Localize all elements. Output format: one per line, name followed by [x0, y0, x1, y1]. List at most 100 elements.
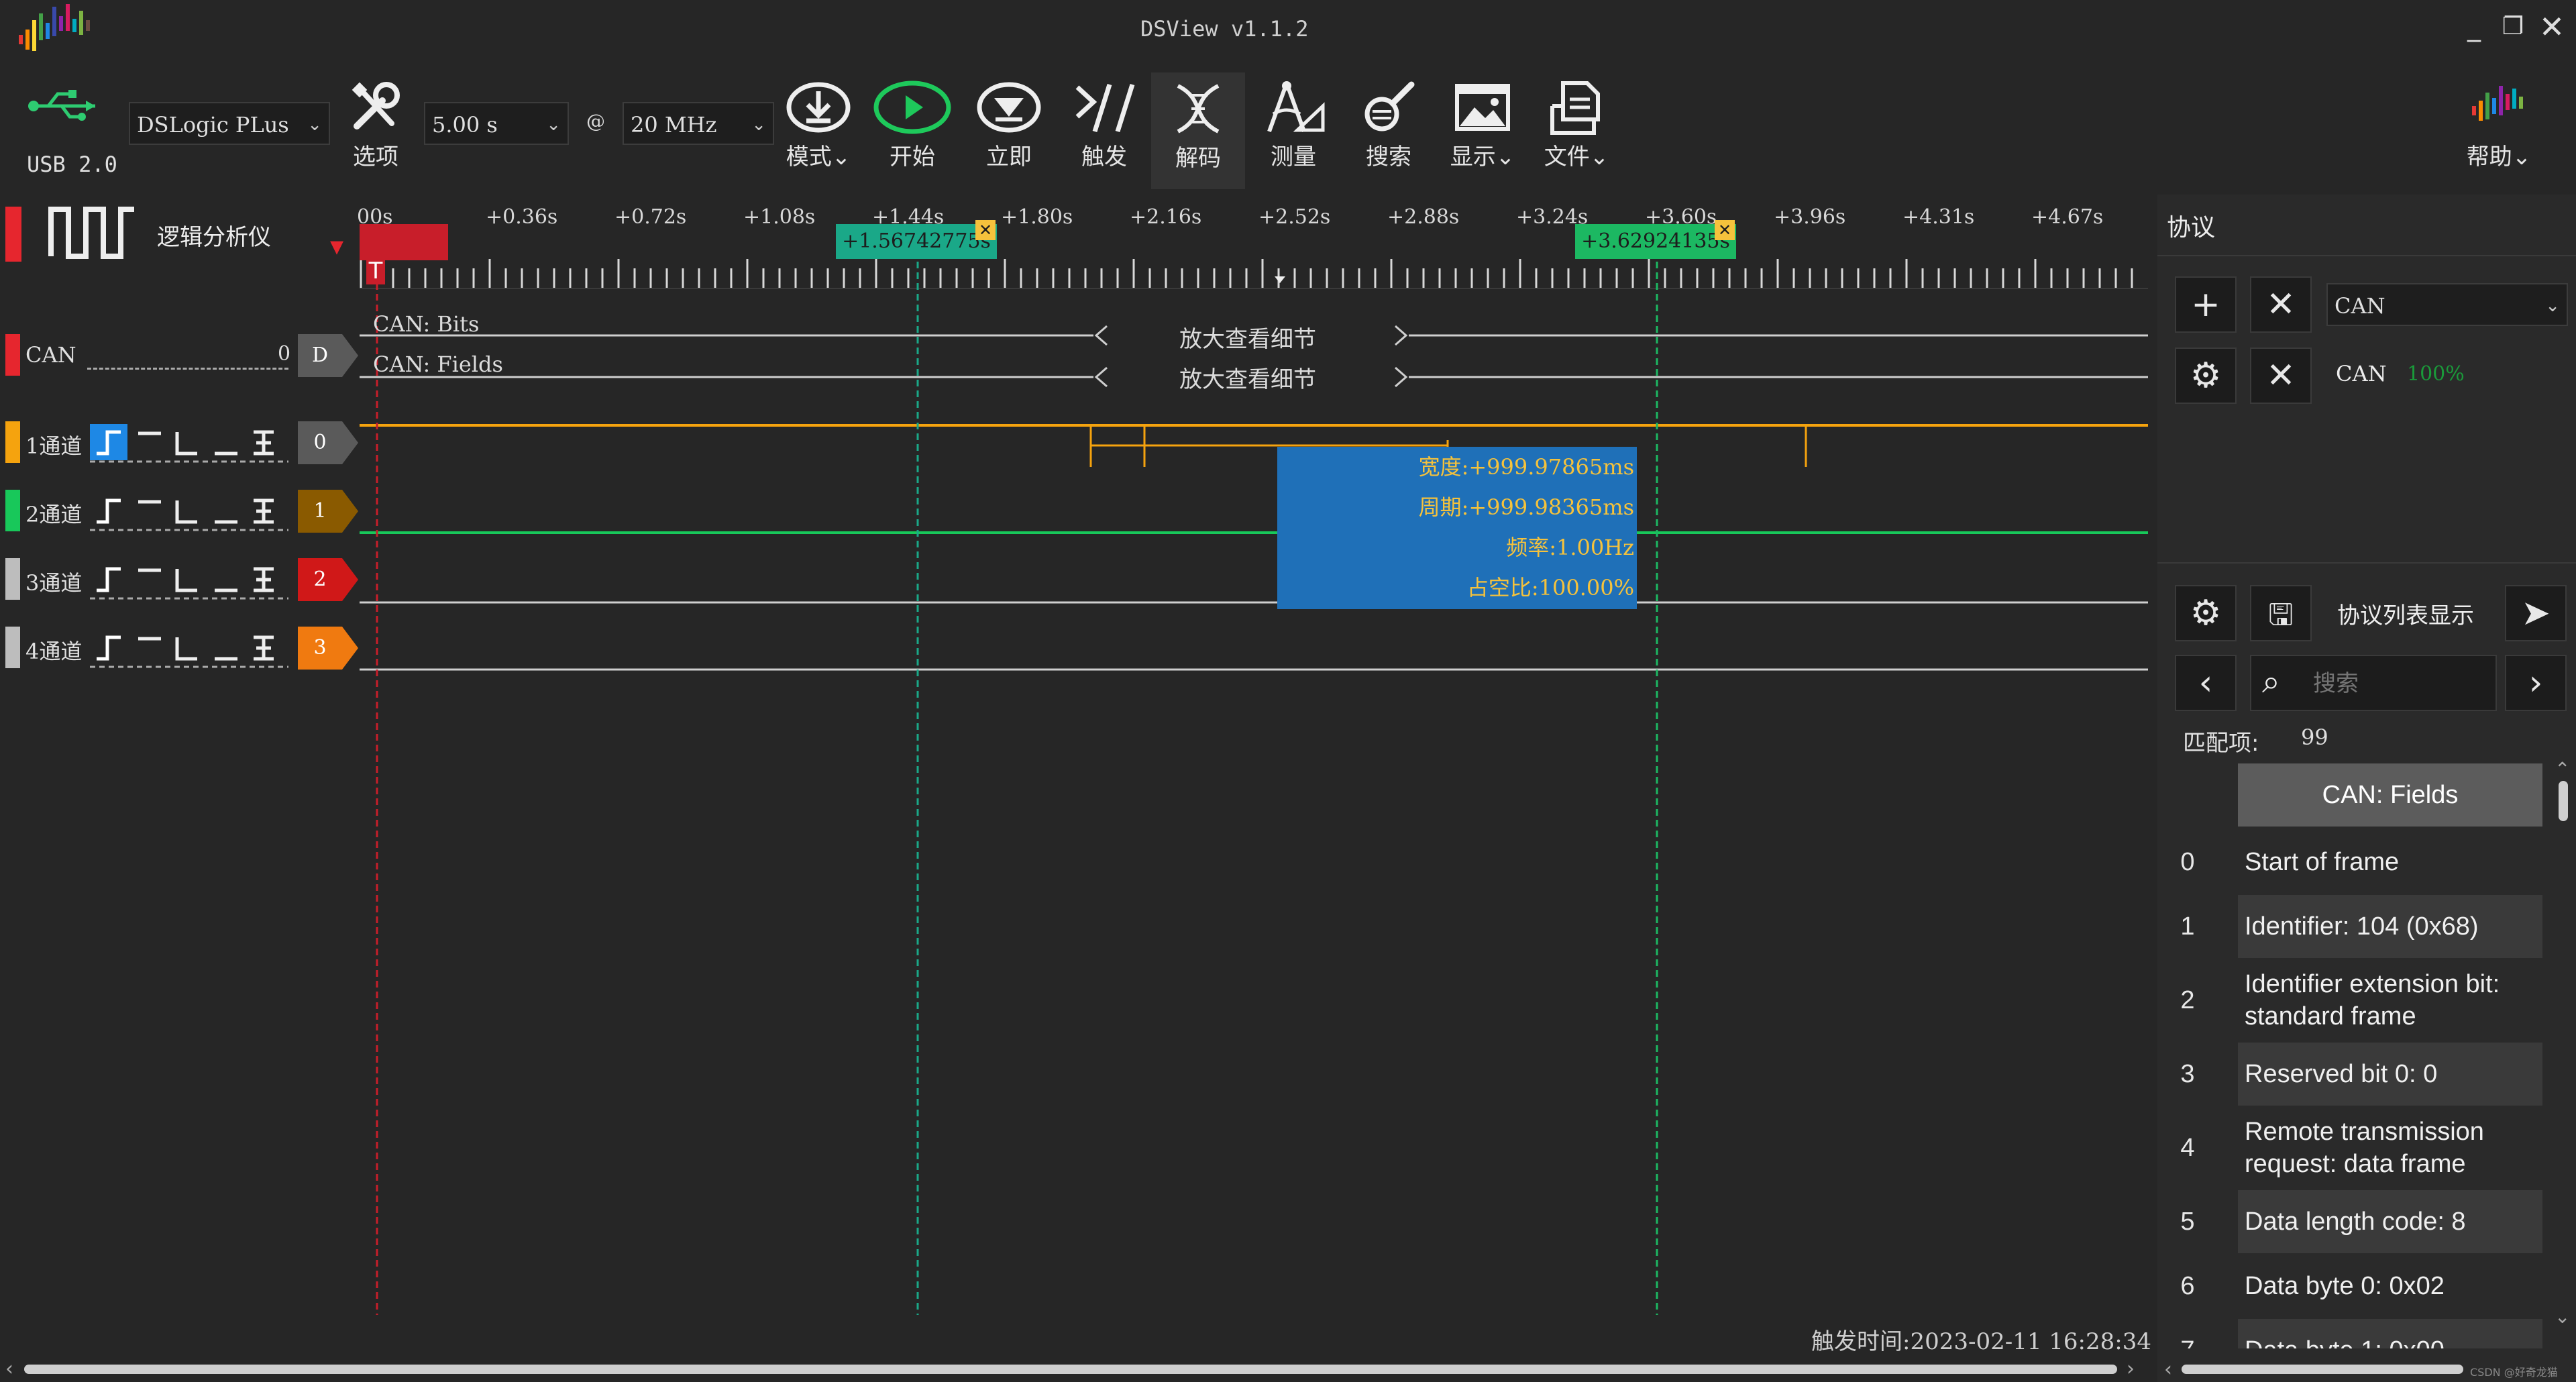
cursor-2-flag[interactable]: +3.62924135s — [1575, 224, 1736, 259]
channel-tag-label[interactable]: D — [298, 334, 342, 377]
scroll-down-icon[interactable]: ⌄ — [2555, 1306, 2570, 1328]
download-icon — [786, 82, 851, 133]
protocol-row-index: 5 — [2180, 1208, 2195, 1236]
protocol-hscroll-thumb[interactable] — [2182, 1365, 2463, 1374]
start-button[interactable]: 开始 — [872, 79, 953, 171]
scrollbar-thumb[interactable] — [24, 1365, 2117, 1374]
cursor-1-flag[interactable]: +1.56742775s — [836, 224, 997, 259]
channel-color-bar — [5, 627, 20, 668]
chevron-down-icon: ⌄ — [831, 144, 851, 170]
protocol-row-index: 6 — [2180, 1272, 2195, 1300]
search-button[interactable]: 搜索 — [1348, 79, 1429, 171]
protocol-list-row[interactable]: 7 Data byte 1: 0x00 — [2157, 1319, 2553, 1348]
channel-color-bar — [5, 334, 20, 376]
trigger-type-icons[interactable] — [90, 560, 288, 600]
protocol-row-index: 3 — [2180, 1060, 2195, 1088]
protocol-row-text: Identifier: 104 (0x68) — [2238, 895, 2542, 958]
protocol-row-text: Data length code: 8 — [2238, 1190, 2542, 1253]
instant-button[interactable]: 立即 — [969, 79, 1049, 171]
device-name: DSLogic PLus — [137, 112, 289, 138]
measure-period: 周期:+999.98365ms — [1418, 494, 1634, 520]
protocol-scroll-thumb[interactable] — [2559, 781, 2568, 821]
measure-duty: 占空比:100.00% — [1466, 575, 1634, 600]
usb-icon — [28, 90, 95, 121]
chevron-down-icon: ⌄ — [1495, 144, 1515, 170]
protocol-row-index: 1 — [2180, 912, 2195, 941]
measure-label: 测量 — [1271, 144, 1316, 170]
dsview-logo-icon — [19, 4, 90, 51]
protocol-list-row[interactable]: 5 Data length code: 8 — [2157, 1190, 2553, 1253]
chevron-down-icon: ⌄ — [307, 115, 322, 135]
logic-wave-icon — [48, 207, 134, 259]
display-label: 显示 — [1450, 144, 1496, 170]
trigger-type-icons[interactable] — [90, 628, 288, 668]
channel-color-bar — [5, 421, 20, 463]
samplerate-select[interactable]: 20 MHz ⌄ — [623, 102, 774, 145]
protocol-list-row[interactable]: 2 Identifier extension bit: standard fram… — [2157, 959, 2553, 1041]
channel-tag-label[interactable]: 0 — [298, 421, 342, 464]
channel-name[interactable]: 1通道 — [25, 429, 82, 460]
analyzer-collapse-icon[interactable]: ▾ — [330, 231, 343, 262]
trigger-type-icons[interactable] — [90, 491, 288, 531]
protocol-row-text: Data byte 0: 0x02 — [2245, 1272, 2445, 1300]
ruler-tick-label: +1.80s — [1001, 205, 1073, 229]
options-label: 选项 — [353, 144, 398, 170]
horizontal-scrollbar[interactable]: ‹ › — [0, 1359, 2147, 1379]
samplerate-value: 20 MHz — [631, 112, 717, 138]
scroll-right-icon[interactable]: › — [2127, 1359, 2135, 1379]
search-icon — [1364, 81, 1415, 131]
help-label: 帮助 — [2466, 144, 2512, 170]
display-button[interactable]: 显示⌄ — [1442, 79, 1523, 171]
channel-name[interactable]: CAN — [25, 342, 76, 368]
protocol-list-row[interactable]: 4 Remote transmission request: data frame — [2157, 1107, 2553, 1189]
channel-tag-label[interactable]: 3 — [298, 627, 342, 670]
scroll-up-icon[interactable]: ⌃ — [2555, 758, 2570, 780]
compass-ruler-icon — [1267, 81, 1325, 133]
chevron-down-icon: ⌄ — [751, 115, 766, 135]
zoom-hint-bits: 放大查看细节 — [1174, 321, 1322, 354]
scroll-left-icon[interactable]: ‹ — [2164, 1358, 2172, 1381]
help-button[interactable]: 帮助⌄ — [2455, 79, 2542, 171]
trigger-time: 触发时间:2023-02-11 16:28:34 — [1811, 1323, 2151, 1356]
cursor-1-time: +1.56742775s — [842, 229, 991, 253]
ruler-tick-label: +4.31s — [1902, 205, 1975, 229]
restore-button[interactable]: ❐ — [2494, 8, 2532, 46]
trigger-button[interactable]: 触发 — [1064, 79, 1144, 171]
decode-button[interactable]: 解码 — [1151, 72, 1245, 189]
decode-label: 解码 — [1175, 145, 1221, 172]
channel-name[interactable]: 2通道 — [25, 498, 82, 529]
scroll-left-icon[interactable]: ‹ — [5, 1359, 13, 1379]
mode-button[interactable]: 模式⌄ — [778, 79, 859, 171]
minimize-button[interactable]: _ — [2455, 8, 2493, 46]
trigger-marker-block[interactable] — [360, 224, 448, 260]
measure-button[interactable]: 测量 — [1253, 79, 1334, 171]
file-button[interactable]: 文件⌄ — [1536, 79, 1617, 171]
channel-tag-label[interactable]: 1 — [298, 490, 342, 533]
trigger-type-icons[interactable] — [90, 423, 288, 463]
trigger-time-text: 触发时间:2023-02-11 16:28:34 — [1811, 1328, 2151, 1355]
options-button[interactable]: 选项 — [335, 79, 416, 171]
close-button[interactable]: ✕ — [2533, 8, 2571, 46]
protocol-row-index: 4 — [2180, 1134, 2195, 1162]
device-select[interactable]: DSLogic PLus ⌄ — [129, 102, 330, 145]
ruler-center-marker — [1275, 276, 1285, 283]
protocol-row-text: Data byte 1: 0x00 — [2238, 1319, 2542, 1348]
channel-name[interactable]: 4通道 — [25, 635, 82, 666]
channel-name[interactable]: 3通道 — [25, 566, 82, 597]
cursor-2-close-icon[interactable]: ✕ — [1715, 220, 1735, 240]
play-icon — [873, 81, 951, 134]
protocol-list-row[interactable]: 0 Start of frame — [2157, 831, 2553, 894]
ruler-tick-label: 00s — [357, 205, 393, 229]
protocol-list-scrollbar[interactable]: ⌃ ⌄ — [2553, 758, 2573, 1328]
cursor-2-time: +3.62924135s — [1581, 229, 1730, 253]
channel-tag-label[interactable]: 2 — [298, 558, 342, 601]
decoder-fields-label: CAN: Fields — [373, 352, 503, 377]
protocol-list-row[interactable]: 6 Data byte 0: 0x02 — [2157, 1255, 2553, 1318]
trigger-marker-t[interactable]: T — [366, 258, 385, 284]
protocol-list-row[interactable]: 1 Identifier: 104 (0x68) — [2157, 895, 2553, 958]
protocol-list-row[interactable]: 3 Reserved bit 0: 0 — [2157, 1043, 2553, 1106]
ruler-tick-label: +1.08s — [743, 205, 816, 229]
file-icon — [1550, 81, 1600, 135]
duration-select[interactable]: 5.00 s ⌄ — [424, 102, 569, 145]
cursor-1-close-icon[interactable]: ✕ — [975, 220, 996, 240]
